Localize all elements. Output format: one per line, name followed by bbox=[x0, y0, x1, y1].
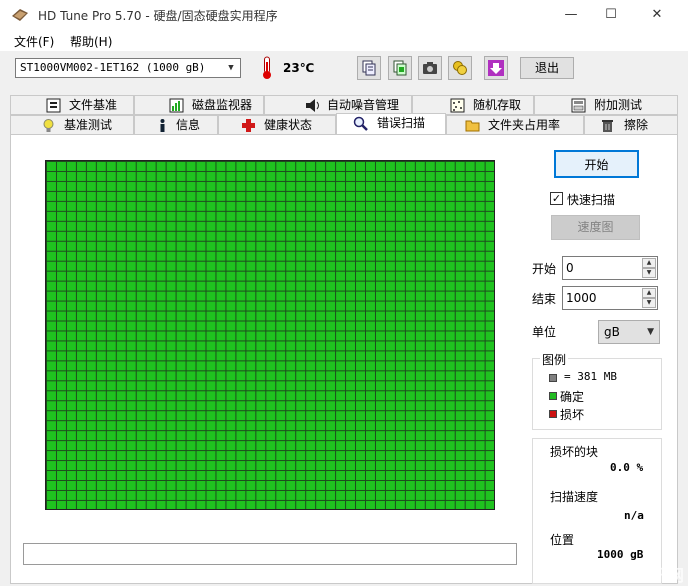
spin-down-icon[interactable]: ▼ bbox=[642, 268, 656, 278]
trash-icon bbox=[602, 120, 613, 132]
close-button[interactable]: ✕ bbox=[634, 0, 680, 31]
tab-extra-tests[interactable]: 附加测试 bbox=[534, 95, 678, 115]
tab-benchmark[interactable]: 基准测试 bbox=[10, 115, 134, 135]
unit-select[interactable]: gB ▼ bbox=[598, 320, 660, 344]
download-arrow-icon bbox=[488, 60, 504, 76]
disk-monitor-icon bbox=[169, 98, 184, 113]
screenshot-button[interactable] bbox=[418, 56, 442, 80]
position-value: 1000 gB bbox=[597, 548, 644, 561]
copy-text-button[interactable] bbox=[357, 56, 381, 80]
end-position-input[interactable]: 1000 ▲ ▼ bbox=[562, 286, 658, 310]
window-title: HD Tune Pro 5.70 - 硬盘/固态硬盘实用程序 bbox=[38, 9, 278, 23]
copy-text-icon bbox=[362, 60, 376, 76]
speaker-icon bbox=[306, 99, 319, 112]
damaged-blocks-label: 损坏的块 bbox=[550, 445, 599, 459]
options-button[interactable] bbox=[448, 56, 472, 80]
start-field-label: 开始 bbox=[532, 262, 557, 276]
camera-icon bbox=[423, 62, 437, 74]
title-bar: HD Tune Pro 5.70 - 硬盘/固态硬盘实用程序 — ☐ ✕ bbox=[0, 0, 688, 31]
file-benchmark-icon bbox=[46, 98, 61, 113]
quick-scan-label: 快速扫描 bbox=[567, 193, 616, 207]
quick-scan-checkbox[interactable]: ✓ bbox=[550, 192, 563, 205]
thermometer-icon bbox=[263, 56, 271, 79]
lightbulb-icon bbox=[43, 119, 54, 132]
legend-block-size: = 381 MB bbox=[564, 370, 617, 383]
end-field-label: 结束 bbox=[532, 292, 557, 306]
random-access-icon bbox=[450, 98, 465, 113]
menu-bar: 文件(F) 帮助(H) bbox=[0, 31, 688, 51]
tab-random-access[interactable]: 随机存取 bbox=[412, 95, 534, 115]
tab-folder-usage[interactable]: 文件夹占用率 bbox=[446, 115, 584, 135]
legend-block-swatch bbox=[549, 374, 557, 382]
position-label: 位置 bbox=[550, 533, 575, 547]
chevron-down-icon: ▼ bbox=[647, 327, 654, 337]
start-scan-button[interactable]: 开始 bbox=[554, 150, 639, 178]
tab-info[interactable]: 信息 bbox=[134, 115, 218, 135]
temperature-readout: 23℃ bbox=[283, 61, 315, 75]
magnifier-icon bbox=[353, 116, 368, 131]
drive-select[interactable]: ST1000VM002-1ET162 (1000 gB) ▼ bbox=[15, 58, 241, 78]
toolbar: ST1000VM002-1ET162 (1000 gB) ▼ 23℃ 退出 bbox=[0, 51, 688, 87]
tab-health[interactable]: 健康状态 bbox=[218, 115, 336, 135]
spin-down-icon[interactable]: ▼ bbox=[642, 298, 656, 308]
status-bar bbox=[23, 543, 517, 565]
legend-bad-label: 损坏 bbox=[560, 408, 585, 422]
start-position-input[interactable]: 0 ▲ ▼ bbox=[562, 256, 658, 280]
legend-ok-swatch bbox=[549, 392, 557, 400]
app-icon bbox=[12, 9, 28, 21]
speed-map-button[interactable]: 速度图 bbox=[551, 215, 640, 240]
block-map-grid bbox=[45, 160, 495, 510]
chevron-down-icon: ▼ bbox=[228, 63, 234, 73]
copy-info-button[interactable] bbox=[388, 56, 412, 80]
maximize-button[interactable]: ☐ bbox=[588, 0, 634, 31]
menu-help[interactable]: 帮助(H) bbox=[70, 33, 112, 50]
legend-title: 图例 bbox=[540, 351, 569, 368]
info-icon bbox=[160, 119, 165, 132]
extra-tests-icon bbox=[571, 98, 586, 113]
copy-info-icon bbox=[393, 60, 407, 76]
exit-button[interactable]: 退出 bbox=[520, 57, 574, 79]
scan-speed-label: 扫描速度 bbox=[550, 490, 599, 504]
health-cross-icon bbox=[242, 119, 255, 132]
tab-file-benchmark[interactable]: 文件基准 bbox=[10, 95, 134, 115]
save-button[interactable] bbox=[484, 56, 508, 80]
legend-bad-swatch bbox=[549, 410, 557, 418]
tab-disk-monitor[interactable]: 磁盘监视器 bbox=[134, 95, 264, 115]
scan-speed-value: n/a bbox=[624, 509, 644, 522]
tab-noise-management[interactable]: 自动噪音管理 bbox=[264, 95, 412, 115]
legend-ok-label: 确定 bbox=[560, 390, 585, 404]
spin-up-icon[interactable]: ▲ bbox=[642, 258, 656, 268]
drive-select-value: ST1000VM002-1ET162 (1000 gB) bbox=[20, 61, 206, 74]
tab-erase[interactable]: 擦除 bbox=[584, 115, 678, 135]
tab-error-scan[interactable]: 错误扫描 bbox=[336, 113, 446, 135]
unit-label: 单位 bbox=[532, 325, 557, 339]
spin-up-icon[interactable]: ▲ bbox=[642, 288, 656, 298]
watermark: PC吃鸡玩乐网 bbox=[580, 566, 684, 585]
damaged-blocks-value: 0.0 % bbox=[610, 461, 644, 474]
menu-file[interactable]: 文件(F) bbox=[14, 33, 54, 50]
folder-icon bbox=[465, 120, 480, 132]
coins-icon bbox=[453, 61, 467, 75]
